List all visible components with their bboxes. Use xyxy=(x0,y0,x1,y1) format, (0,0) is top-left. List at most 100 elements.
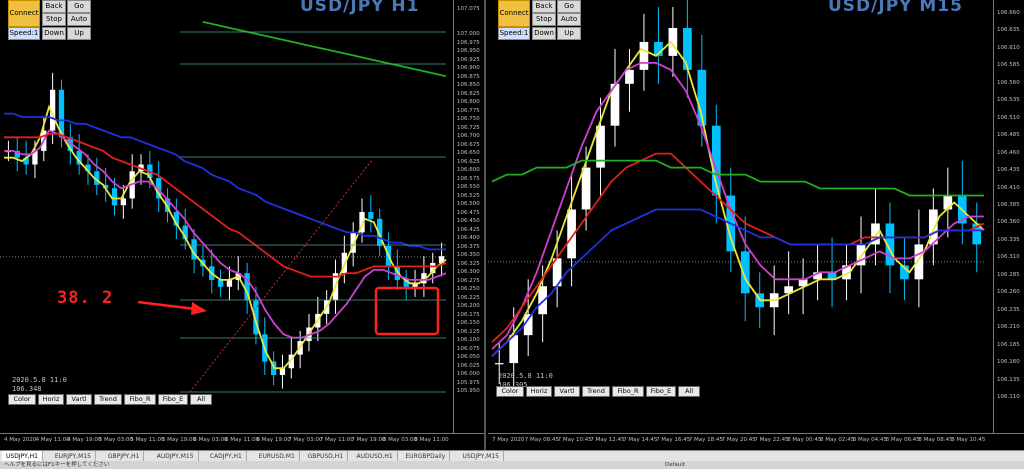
y-tick-label: 106.375 xyxy=(457,243,480,250)
y-tick-label: 106.700 xyxy=(457,133,480,140)
x-tick-label: 5 May 03:00 xyxy=(98,437,133,443)
tool-all-button[interactable]: All xyxy=(190,394,212,405)
y-tick-label: 106.400 xyxy=(457,235,480,242)
y-tick-label: 106.635 xyxy=(997,27,1020,34)
ma-line-ma-4 xyxy=(202,21,447,78)
x-tick-label: 6 May 11:00 xyxy=(225,437,260,443)
highlight-box xyxy=(374,286,440,336)
x-tick-label: 6 May 03:00 xyxy=(193,437,228,443)
ma-line-ma-3 xyxy=(491,208,984,357)
candle-body xyxy=(120,198,126,206)
tool-vartl-button[interactable]: Vartl xyxy=(554,386,580,397)
x-tick-label: 7 May 03:00 xyxy=(288,437,323,443)
back-button[interactable]: Back xyxy=(42,0,66,13)
y-tick-label: 106.675 xyxy=(457,141,480,148)
y-tick-label: 106.750 xyxy=(457,116,480,123)
time-axis[interactable]: 7 May 2020 7 May 08:45 7 May 10:45 7 May 12… xyxy=(488,433,1024,450)
price-axis[interactable]: 106.660 106.635 106.610 106.585 106.560 106.5… xyxy=(993,0,1024,434)
y-tick-label: 106.850 xyxy=(457,82,480,89)
auto-button[interactable]: Auto xyxy=(67,13,91,26)
replay-time-label: 2020.5.8 11:0 xyxy=(12,376,67,384)
y-tick-label: 106.135 xyxy=(997,376,1020,383)
candle-body xyxy=(217,279,224,287)
x-tick-label: 7 May 08:45 xyxy=(524,437,560,443)
candle-body xyxy=(279,368,286,376)
up-button[interactable]: Up xyxy=(67,27,91,40)
tool-color-button[interactable]: Color xyxy=(496,386,524,397)
y-tick-label: 106.385 xyxy=(997,202,1020,208)
back-button[interactable]: Back xyxy=(532,0,556,13)
y-tick-label: 106.125 xyxy=(457,328,480,335)
tool-all-button[interactable]: All xyxy=(678,386,700,397)
connect-button[interactable]: Connect xyxy=(8,0,40,27)
chart-symbol-title: USD/JPY H1 xyxy=(300,0,420,16)
y-tick-label: 106.235 xyxy=(997,306,1020,313)
candle-body xyxy=(538,286,547,315)
x-tick-label: 7 May 2020 xyxy=(492,437,525,443)
y-tick-label: 106.775 xyxy=(457,107,480,114)
x-tick-label: 7 May 12:45 xyxy=(590,437,625,443)
y-tick-label: 106.610 xyxy=(997,44,1020,51)
y-tick-label: 106.550 xyxy=(457,184,480,191)
y-tick-label: 106.335 xyxy=(997,236,1020,243)
candle-body xyxy=(368,212,374,219)
y-tick-label: 106.050 xyxy=(457,354,480,361)
chart-pane-usdjpy-m15[interactable]: USD/JPY M15 Connect Back Go Stop Auto Sp… xyxy=(488,0,1024,450)
stop-button[interactable]: Stop xyxy=(42,13,66,26)
tool-fiboe-button[interactable]: Fibo_E xyxy=(158,394,188,405)
y-tick-label: 106.510 xyxy=(997,114,1020,121)
tool-trend-button[interactable]: Trend xyxy=(94,394,122,405)
x-tick-label: 7 May 10:45 xyxy=(557,437,592,443)
y-tick-label: 106.460 xyxy=(997,149,1020,156)
y-tick-label: 106.575 xyxy=(457,175,480,182)
y-tick-label: 106.450 xyxy=(457,218,480,225)
tool-horiz-button[interactable]: Horiz xyxy=(38,394,64,405)
auto-button[interactable]: Auto xyxy=(557,13,581,26)
y-tick-label: 106.800 xyxy=(457,99,480,106)
x-tick-label: 8 May 02:45 xyxy=(820,437,855,443)
tool-fiboe-button[interactable]: Fibo_E xyxy=(646,386,676,397)
x-tick-label: 5 May 11:00 xyxy=(130,437,165,443)
y-tick-label: 106.825 xyxy=(457,90,480,97)
tool-trend-button[interactable]: Trend xyxy=(582,386,610,397)
price-axis[interactable]: 107.075 107.000 106.975 106.950 106.925 106.9… xyxy=(453,0,484,434)
tool-color-button[interactable]: Color xyxy=(8,394,36,405)
y-tick-label: 106.500 xyxy=(457,201,480,208)
y-tick-label: 106.310 xyxy=(997,254,1020,261)
speed-button[interactable]: Speed:1 xyxy=(498,27,530,40)
speed-button[interactable]: Speed:1 xyxy=(8,27,40,40)
y-tick-label: 106.285 xyxy=(997,271,1020,278)
chart-pane-usdjpy-h1[interactable]: USD/JPY H1 Connect Back Go Stop Auto Spe… xyxy=(0,0,486,450)
up-button[interactable]: Up xyxy=(557,27,581,40)
y-tick-label: 107.000 xyxy=(457,31,480,38)
x-tick-label: 7 May 11:00 xyxy=(319,437,354,443)
chart-canvas-m15[interactable] xyxy=(488,0,1024,450)
connect-button[interactable]: Connect xyxy=(498,0,530,27)
tool-vartl-button[interactable]: Vartl xyxy=(66,394,92,405)
tool-horiz-button[interactable]: Horiz xyxy=(526,386,552,397)
candle-body xyxy=(226,279,233,287)
y-tick-label: 106.100 xyxy=(457,337,480,344)
tool-fibor-button[interactable]: Fibo_R xyxy=(124,394,156,405)
y-tick-label: 106.410 xyxy=(997,184,1020,191)
candle-body xyxy=(639,41,649,70)
y-tick-label: 106.025 xyxy=(457,362,480,369)
down-button[interactable]: Down xyxy=(42,27,66,40)
down-button[interactable]: Down xyxy=(532,27,556,40)
y-tick-label: 106.250 xyxy=(457,286,480,293)
x-tick-label: 7 May 14:45 xyxy=(623,437,658,443)
tool-fibor-button[interactable]: Fibo_R xyxy=(612,386,644,397)
y-tick-label: 106.475 xyxy=(457,209,480,216)
y-tick-label: 106.535 xyxy=(997,97,1020,104)
stop-button[interactable]: Stop xyxy=(532,13,556,26)
y-tick-label: 106.000 xyxy=(457,371,480,378)
x-tick-label: 7 May 20:45 xyxy=(721,437,756,443)
chart-canvas-h1[interactable] xyxy=(0,0,484,450)
y-tick-label: 106.925 xyxy=(457,56,480,63)
time-axis[interactable]: 4 May 2020 4 May 11:00 4 May 19:00 5 May 03… xyxy=(0,433,484,450)
y-tick-label: 106.585 xyxy=(997,62,1020,69)
y-tick-label: 106.600 xyxy=(457,167,480,174)
chart-symbol-title: USD/JPY M15 xyxy=(828,0,963,16)
go-button[interactable]: Go xyxy=(67,0,91,13)
go-button[interactable]: Go xyxy=(557,0,581,13)
